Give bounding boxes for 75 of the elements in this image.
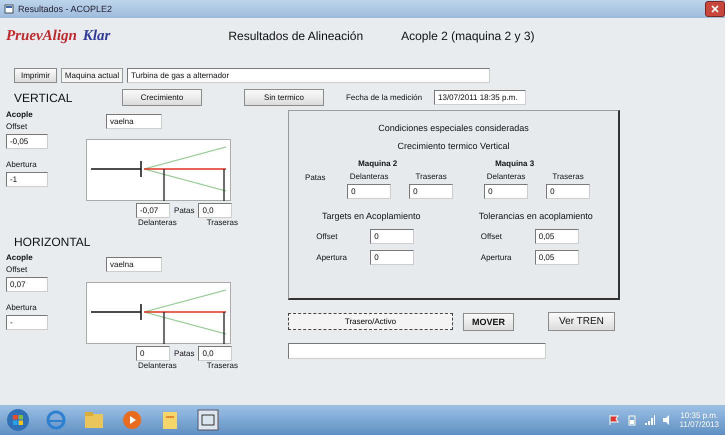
coupling-dropdown[interactable]: vaelna xyxy=(106,114,162,129)
option-button[interactable]: Crecimiento xyxy=(122,89,202,106)
machine-name: Maquina 3 xyxy=(495,159,536,168)
clock-time: 10:35 p.m. xyxy=(680,411,718,420)
date-label: Fecha de la medición xyxy=(346,93,422,102)
opening-label: Abertura xyxy=(6,160,38,169)
rear-feet-field[interactable]: 0,0 xyxy=(198,203,232,218)
section-title: HORIZONTAL xyxy=(14,235,92,249)
browser-icon[interactable] xyxy=(44,408,68,432)
close-button[interactable] xyxy=(705,1,725,17)
feet-label: Patas xyxy=(305,173,326,184)
logo-text: PruevAlign xyxy=(6,28,77,44)
front-feet-label: Delanteras xyxy=(138,361,177,370)
rear-feet-field[interactable]: 0 xyxy=(409,184,454,199)
rear-feet-field[interactable]: 0,0 xyxy=(198,346,232,361)
rear-feet-label: Traseras xyxy=(552,172,584,181)
option-button[interactable]: Sin termico xyxy=(244,89,324,106)
front-feet-field[interactable]: 0 xyxy=(136,346,170,361)
flag-icon[interactable] xyxy=(608,414,620,426)
front-feet-label: Delanteras xyxy=(350,172,388,181)
message-field[interactable] xyxy=(288,343,546,359)
front-feet-field[interactable]: -0,07 xyxy=(136,203,170,218)
opening-field[interactable]: -1 xyxy=(6,172,48,187)
page-title: Resultados de Alineación xyxy=(228,29,364,43)
logo-text: Klar xyxy=(82,28,110,44)
machine-name: Maquina 2 xyxy=(358,159,398,168)
mode-dropdown[interactable]: Trasero/Activo xyxy=(288,313,453,330)
signal-icon[interactable] xyxy=(644,414,656,426)
coupling-dropdown[interactable]: vaelna xyxy=(106,257,162,272)
battery-icon[interactable] xyxy=(626,414,638,426)
rear-feet-label: Traseras xyxy=(206,361,238,370)
group-title: Targets en Acoplamiento xyxy=(322,211,421,221)
date-field[interactable]: 13/07/2011 18:35 p.m. xyxy=(434,90,526,105)
front-feet-label: Delanteras xyxy=(486,172,526,181)
window-app-icon[interactable] xyxy=(196,408,220,432)
move-button[interactable]: MOVER xyxy=(463,312,514,330)
machine-field[interactable]: Turbina de gas a alternador xyxy=(127,68,490,83)
value-field[interactable]: 0 xyxy=(370,250,414,265)
coupling-label: Acople xyxy=(6,253,34,262)
coupling-label: Acople xyxy=(6,110,34,119)
offset-label: Offset xyxy=(6,122,28,131)
clock-date: 11/07/2013 xyxy=(680,420,719,429)
front-feet-field[interactable]: 0 xyxy=(484,184,528,199)
train-button[interactable]: Ver TREN xyxy=(548,312,615,331)
offset-label: Offset xyxy=(6,265,28,274)
offset-field[interactable]: -0,05 xyxy=(6,134,48,149)
offset-field[interactable]: 0,07 xyxy=(6,277,48,292)
group-title: Tolerancias en acoplamiento xyxy=(478,211,593,221)
value-field[interactable]: 0 xyxy=(370,229,414,244)
value-field[interactable]: 0,05 xyxy=(534,250,579,265)
machine-label: Maquina actual xyxy=(60,68,124,83)
close-icon xyxy=(711,5,719,13)
window-icon xyxy=(4,4,14,14)
field-label: Offset xyxy=(480,232,503,241)
panel-subtitle: Crecimiento termico Vertical xyxy=(397,141,510,151)
media-player-icon[interactable] xyxy=(120,408,144,432)
rear-feet-label: Traseras xyxy=(415,172,447,181)
coupling-title: Acople 2 (maquina 2 y 3) xyxy=(401,29,535,43)
print-button[interactable]: Imprimir xyxy=(14,68,57,83)
field-label: Apertura xyxy=(480,253,512,262)
feet-label: Patas xyxy=(174,349,194,358)
value-field[interactable]: 0,05 xyxy=(534,229,579,244)
front-feet-field[interactable]: 0 xyxy=(347,184,392,199)
front-feet-label: Delanteras xyxy=(138,218,177,227)
panel-title: Condiciones especiales consideradas xyxy=(378,123,529,133)
opening-label: Abertura xyxy=(6,303,38,312)
start-button[interactable] xyxy=(6,408,30,432)
rear-feet-field[interactable]: 0 xyxy=(546,184,590,199)
rear-feet-label: Traseras xyxy=(206,218,238,227)
section-title: VERTICAL xyxy=(14,90,74,104)
field-label: Offset xyxy=(316,232,338,241)
window-title: Resultados - ACOPLE2 xyxy=(18,4,114,14)
opening-field[interactable]: - xyxy=(6,315,48,330)
field-label: Apertura xyxy=(316,253,348,262)
feet-label: Patas xyxy=(174,206,194,215)
